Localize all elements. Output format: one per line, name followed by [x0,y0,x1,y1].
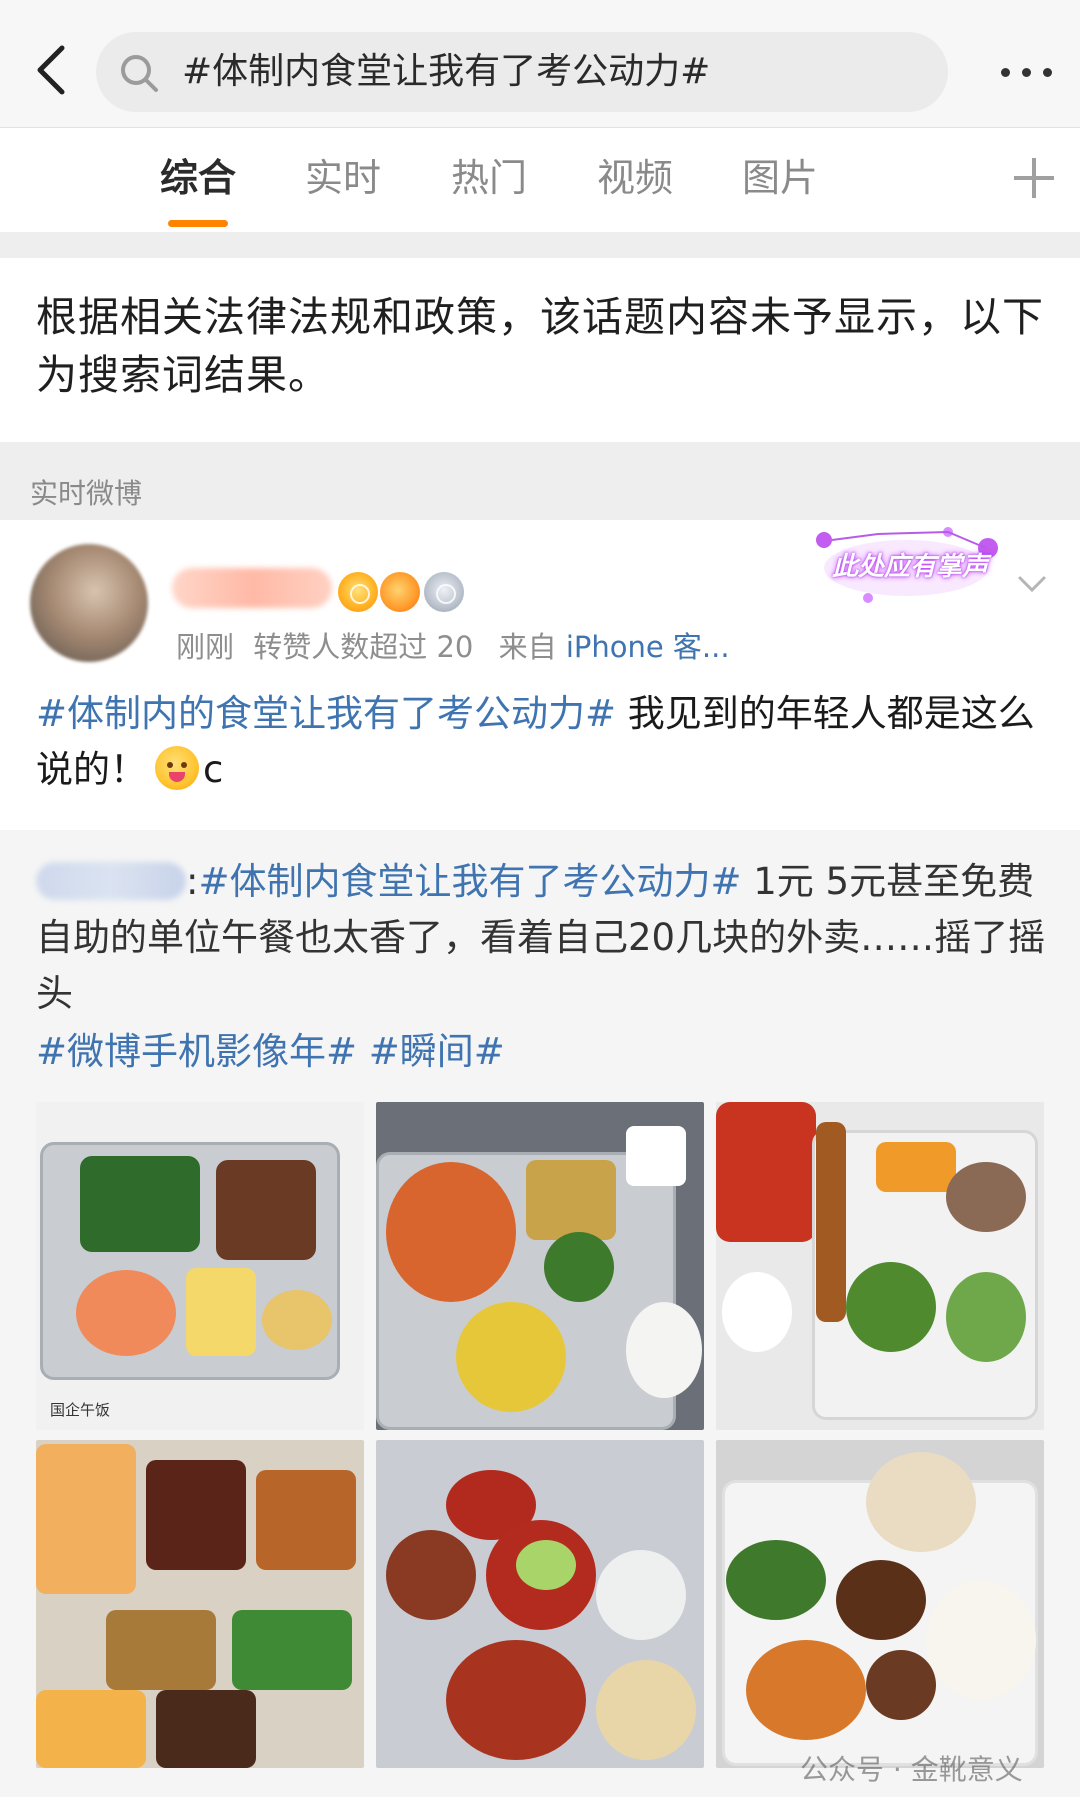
food-photo-5[interactable] [376,1440,704,1768]
more-options-button[interactable] [980,44,1072,100]
tab-comprehensive[interactable]: 综合 [143,148,253,208]
repost-topic-tags[interactable]: #微博手机影像年# #瞬间# [36,1024,505,1080]
photo-caption: 国企午饭 [50,1401,111,1419]
fish-badge-icon [380,572,420,612]
food-photo-3[interactable] [716,1102,1044,1430]
medal-badge-icon [424,572,464,612]
weibo-post[interactable]: 刚刚 转赞人数超过 20 来自 iPhone 客... 此处应有掌声 #体制内的… [0,520,1080,830]
watermark: 公众号 · 金靴意义 [800,1753,1023,1786]
divider [0,232,1080,258]
active-tab-indicator [168,220,228,227]
post-text-tail: c [203,748,224,791]
yummy-face-emoji-icon [155,746,199,790]
applause-sticker: 此处应有掌声 [808,524,1004,608]
back-arrow-icon [37,45,65,95]
food-photo-6[interactable] [716,1440,1044,1768]
post-time: 刚刚 [176,630,235,664]
post-topic-link[interactable]: #体制内的食堂让我有了考公动力# [36,692,616,735]
food-photo-1[interactable]: 国企午饭 [36,1102,364,1430]
post-reposts: 转赞人数超过 20 [253,630,474,664]
tab-video[interactable]: 视频 [580,148,690,208]
food-photo-4[interactable] [36,1440,364,1768]
food-photo-2[interactable] [376,1102,704,1430]
tab-bar: 综合 实时 热门 视频 图片 [0,128,1080,232]
post-body: #体制内的食堂让我有了考公动力# 我见到的年轻人都是这么说的！ c [36,686,1046,798]
repost-topic-link[interactable]: #体制内食堂让我有了考公动力# [198,860,741,903]
post-source[interactable]: iPhone 客... [566,630,730,664]
photo-grid: 国企午饭 [36,1102,1044,1768]
tab-hot[interactable]: 热门 [434,148,544,208]
reposted-content[interactable]: :#体制内食堂让我有了考公动力# 1元 5元甚至免费自助的单位午餐也太香了，看着… [0,830,1080,1797]
search-query: #体制内食堂让我有了考公动力# [182,51,711,92]
tab-realtime[interactable]: 实时 [288,148,398,208]
avatar[interactable] [30,544,148,662]
repost-body: :#体制内食堂让我有了考公动力# 1元 5元甚至免费自助的单位午餐也太香了，看着… [36,860,1046,1015]
content-notice: 根据相关法律法规和政策，该话题内容未予显示，以下为搜索词结果。 [0,258,1080,442]
repost-username-blurred[interactable] [36,862,186,900]
tab-images[interactable]: 图片 [725,148,835,208]
post-meta: 刚刚 转赞人数超过 20 来自 iPhone 客... [176,624,730,666]
add-tab-icon[interactable] [1006,150,1062,206]
section-header: 实时微博 [0,442,1080,520]
search-input[interactable]: #体制内食堂让我有了考公动力# [96,32,948,112]
back-button[interactable] [22,38,80,102]
sticker-text: 此处应有掌声 [831,552,988,582]
section-label: 实时微博 [30,477,143,510]
username-blurred[interactable] [172,568,332,608]
post-source-prefix: 来自 [498,630,557,664]
more-dots-icon [1000,67,1010,77]
search-header: #体制内食堂让我有了考公动力# [0,0,1080,128]
crown-badge-icon [338,572,378,612]
chevron-down-icon[interactable] [1014,566,1050,602]
search-icon [121,55,158,92]
